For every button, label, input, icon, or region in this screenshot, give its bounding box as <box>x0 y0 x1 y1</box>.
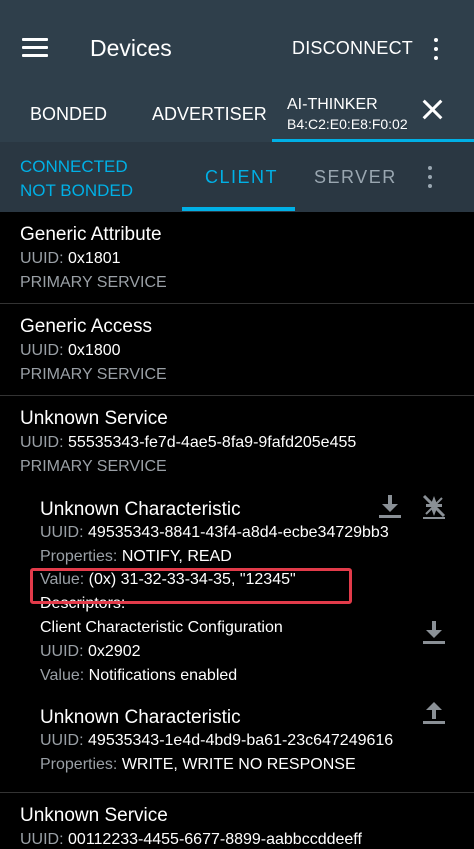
tab-server[interactable]: SERVER <box>314 167 397 188</box>
more-options-icon[interactable] <box>426 36 446 62</box>
uuid-value: 49535343-8841-43f4-a8d4-ecbe34729bb3 <box>88 524 389 541</box>
uuid-label: UUID: <box>40 524 84 541</box>
uuid-value: 55535343-fe7d-4ae5-8fa9-9fafd205e455 <box>68 434 357 451</box>
uuid-label: UUID: <box>20 831 64 848</box>
value-highlight-annotation <box>30 568 352 604</box>
connection-status: CONNECTED NOT BONDED <box>20 155 133 203</box>
service-uuid: UUID: 55535343-fe7d-4ae5-8fa9-9fafd205e4… <box>20 434 356 452</box>
service-item[interactable]: Generic Access UUID: 0x1800 PRIMARY SERV… <box>0 304 474 395</box>
close-icon[interactable] <box>419 96 447 124</box>
uuid-label: UUID: <box>20 434 64 451</box>
app-bar: Devices DISCONNECT <box>0 18 474 78</box>
properties-label: Properties: <box>40 548 118 565</box>
tab-client[interactable]: CLIENT <box>205 167 278 188</box>
characteristic-name: Unknown Characteristic <box>40 499 241 520</box>
service-item[interactable]: Generic Attribute UUID: 0x1801 PRIMARY S… <box>0 212 474 303</box>
uuid-value: 00112233-4455-6677-8899-aabbccddeeff <box>68 831 362 848</box>
tab-connected-device[interactable]: AI-THINKER B4:C2:E0:E8:F0:02 <box>272 78 474 142</box>
uuid-value: 0x2902 <box>88 643 141 660</box>
properties-value: NOTIFY, READ <box>121 548 232 565</box>
tab-advertiser[interactable]: ADVERTISER <box>152 104 267 125</box>
device-tabs: BONDED ADVERTISER AI-THINKER B4:C2:E0:E8… <box>0 78 474 142</box>
service-type: PRIMARY SERVICE <box>20 274 167 291</box>
uuid-value: 0x1800 <box>68 342 121 359</box>
bond-state: NOT BONDED <box>20 181 134 200</box>
properties-value: WRITE, WRITE NO RESPONSE <box>121 756 356 773</box>
uuid-value: 0x1801 <box>68 250 121 267</box>
disconnect-button[interactable]: DISCONNECT <box>292 38 413 59</box>
properties-label: Properties: <box>40 756 118 773</box>
read-download-icon[interactable] <box>377 493 403 519</box>
device-address: B4:C2:E0:E8:F0:02 <box>287 116 408 132</box>
uuid-label: UUID: <box>20 342 64 359</box>
service-name: Generic Access <box>20 316 152 337</box>
page-title: Devices <box>90 35 172 61</box>
menu-icon[interactable] <box>22 36 48 60</box>
uuid-label: UUID: <box>40 732 84 749</box>
service-name: Unknown Service <box>20 805 168 826</box>
connection-more-icon[interactable] <box>420 164 440 190</box>
uuid-value: 49535343-1e4d-4bd9-ba61-23c647249616 <box>88 732 394 749</box>
connection-bar: CONNECTED NOT BONDED CLIENT SERVER <box>0 142 474 212</box>
value-text: Notifications enabled <box>88 667 238 684</box>
uuid-label: UUID: <box>40 643 84 660</box>
service-type: PRIMARY SERVICE <box>20 366 167 383</box>
service-type: PRIMARY SERVICE <box>20 458 167 475</box>
notifications-off-icon[interactable] <box>420 492 448 520</box>
descriptor-uuid: UUID: 0x2902 <box>40 643 141 661</box>
service-item[interactable]: Unknown Service UUID: 00112233-4455-6677… <box>0 793 474 848</box>
service-uuid: UUID: 0x1801 <box>20 250 121 268</box>
characteristic-name: Unknown Characteristic <box>40 707 241 728</box>
descriptor-value: Value: Notifications enabled <box>40 667 237 685</box>
characteristic-properties: Properties: NOTIFY, READ <box>40 548 232 566</box>
service-uuid: UUID: 00112233-4455-6677-8899-aabbccddee… <box>20 831 362 849</box>
uuid-label: UUID: <box>20 250 64 267</box>
service-name: Unknown Service <box>20 408 168 429</box>
characteristic-properties: Properties: WRITE, WRITE NO RESPONSE <box>40 756 356 774</box>
service-name: Generic Attribute <box>20 224 162 245</box>
value-label: Value: <box>40 667 85 684</box>
client-tab-indicator <box>182 207 295 211</box>
characteristic-uuid: UUID: 49535343-8841-43f4-a8d4-ecbe34729b… <box>40 524 389 542</box>
service-uuid: UUID: 0x1800 <box>20 342 121 360</box>
connection-state: CONNECTED <box>20 157 128 176</box>
status-bar <box>0 0 474 18</box>
descriptor-read-icon[interactable] <box>421 619 447 645</box>
write-upload-icon[interactable] <box>421 699 447 725</box>
device-name: AI-THINKER <box>287 96 378 113</box>
characteristic-uuid: UUID: 49535343-1e4d-4bd9-ba61-23c6472496… <box>40 732 393 750</box>
descriptor-name: Client Characteristic Configuration <box>40 619 283 636</box>
tab-bonded[interactable]: BONDED <box>30 104 107 125</box>
